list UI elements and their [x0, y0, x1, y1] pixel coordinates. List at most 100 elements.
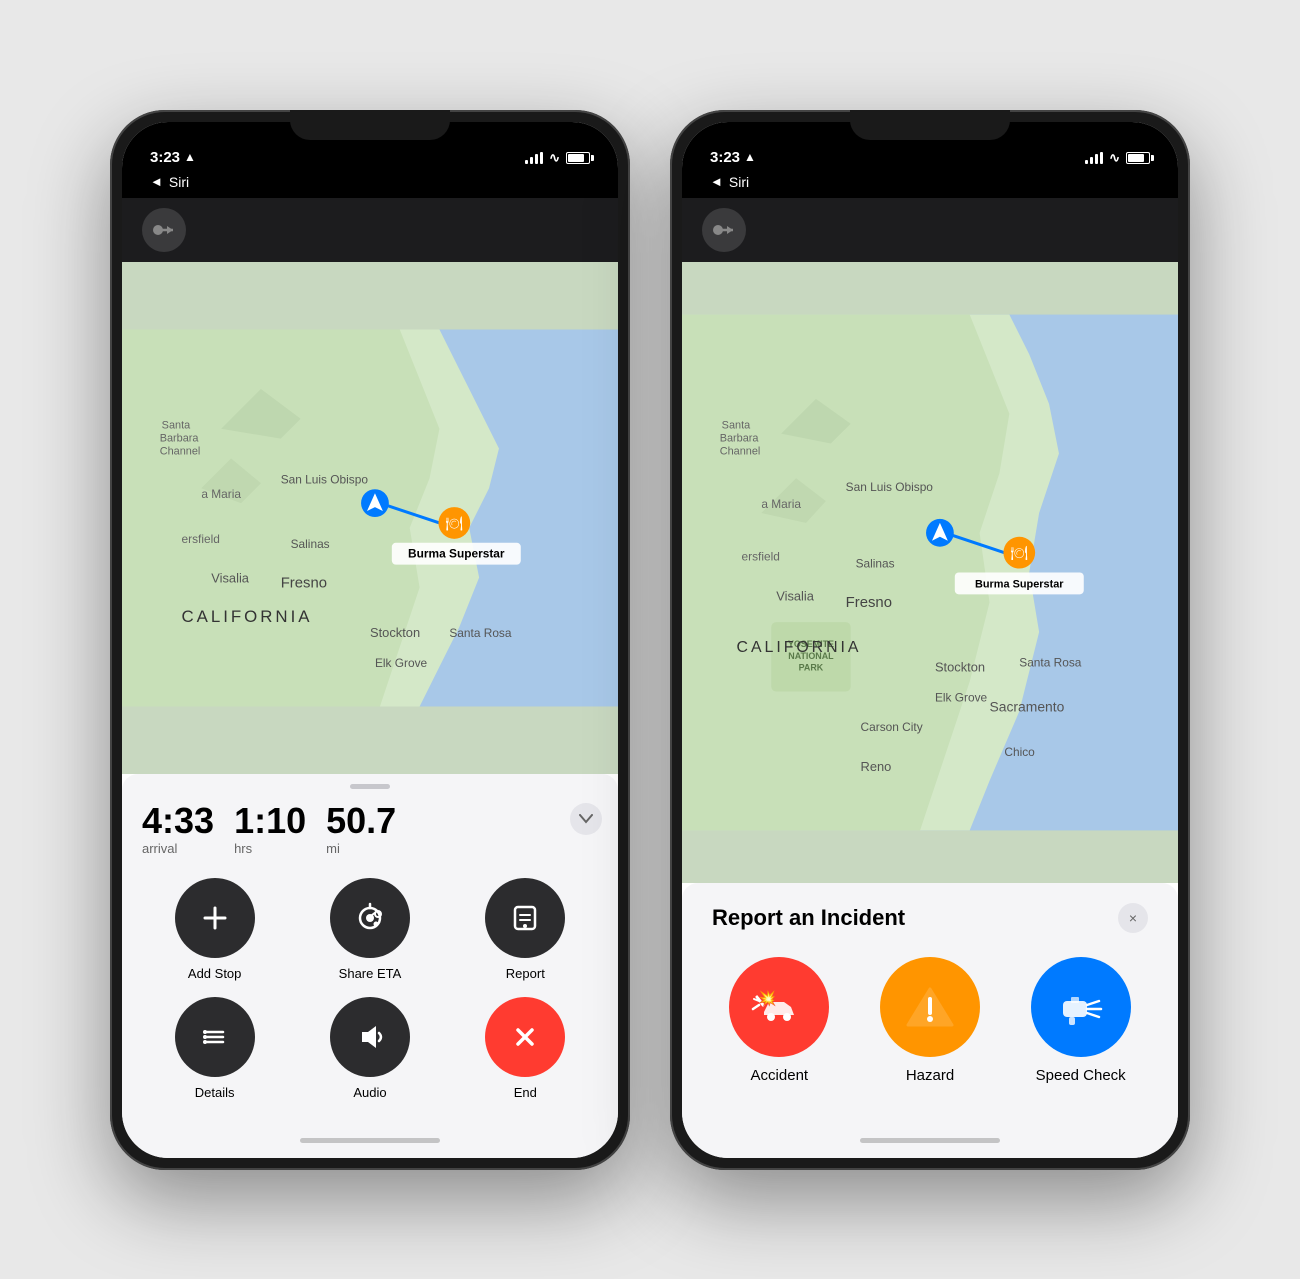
- end-button[interactable]: [485, 997, 565, 1077]
- report-item[interactable]: Report: [453, 878, 598, 981]
- battery-icon-1: [566, 152, 590, 164]
- hazard-label: Hazard: [906, 1067, 954, 1084]
- share-eta-label: Share ETA: [339, 966, 402, 981]
- expand-button[interactable]: [570, 803, 602, 835]
- hazard-icon[interactable]: [880, 957, 980, 1057]
- report-panel: Report an Incident ×: [682, 883, 1178, 1124]
- svg-text:Chico: Chico: [1004, 745, 1035, 759]
- svg-text:Barbara: Barbara: [720, 432, 760, 444]
- nav-header-2: [682, 198, 1178, 262]
- location-icon-1: ▲: [184, 150, 196, 164]
- time-display-1: 3:23: [150, 149, 180, 166]
- add-stop-button[interactable]: [175, 878, 255, 958]
- svg-text:Fresno: Fresno: [281, 575, 327, 591]
- speed-check-icon[interactable]: [1031, 957, 1131, 1057]
- svg-text:Stockton: Stockton: [370, 625, 420, 640]
- status-time-2: 3:23 ▲: [710, 149, 756, 166]
- notch-2: [850, 110, 1010, 140]
- svg-text:Salinas: Salinas: [856, 556, 895, 570]
- svg-text:Fresno: Fresno: [846, 595, 892, 611]
- signal-icon-1: [525, 152, 543, 164]
- details-button[interactable]: [175, 997, 255, 1077]
- status-icons-1: ∿: [525, 150, 590, 166]
- report-button[interactable]: [485, 878, 565, 958]
- duration-value: 1:10: [234, 803, 306, 839]
- details-item[interactable]: Details: [142, 997, 287, 1100]
- share-eta-item[interactable]: Share ETA: [297, 878, 442, 981]
- svg-text:💥: 💥: [757, 988, 777, 1007]
- arrival-label: arrival: [142, 841, 214, 856]
- end-item[interactable]: End: [453, 997, 598, 1100]
- siri-label-1: Siri: [169, 174, 189, 190]
- svg-text:ersfield: ersfield: [742, 549, 780, 563]
- siri-label-2: Siri: [729, 174, 749, 190]
- details-label: Details: [195, 1085, 235, 1100]
- svg-text:San Luis Obispo: San Luis Obispo: [281, 472, 369, 486]
- svg-text:Channel: Channel: [160, 445, 201, 457]
- accident-icon[interactable]: 💥: [729, 957, 829, 1057]
- svg-text:ersfield: ersfield: [182, 531, 220, 545]
- signal-icon-2: [1085, 152, 1103, 164]
- nav-back-button-1[interactable]: [142, 208, 186, 252]
- siri-bar-1[interactable]: ◄ Siri: [122, 172, 618, 198]
- siri-bar-2[interactable]: ◄ Siri: [682, 172, 1178, 198]
- battery-icon-2: [1126, 152, 1150, 164]
- home-indicator-1: [122, 1124, 618, 1158]
- arrival-stat: 4:33 arrival: [142, 803, 214, 856]
- svg-text:🍽: 🍽: [446, 514, 464, 530]
- siri-back-arrow-1: ◄: [150, 174, 163, 189]
- svg-text:Santa Rosa: Santa Rosa: [449, 626, 512, 640]
- share-eta-button[interactable]: [330, 878, 410, 958]
- svg-text:Reno: Reno: [861, 758, 892, 773]
- duration-stat: 1:10 hrs: [234, 803, 306, 856]
- speed-check-item[interactable]: Speed Check: [1013, 957, 1148, 1084]
- audio-item[interactable]: Audio: [297, 997, 442, 1100]
- hazard-item[interactable]: Hazard: [863, 957, 998, 1084]
- nav-header-1: [122, 198, 618, 262]
- location-icon-2: ▲: [744, 150, 756, 164]
- phone-navigation: 3:23 ▲ ∿ ◄ Siri: [110, 110, 630, 1170]
- add-stop-item[interactable]: Add Stop: [142, 878, 287, 981]
- svg-text:Santa Rosa: Santa Rosa: [1019, 655, 1082, 669]
- add-stop-label: Add Stop: [188, 966, 242, 981]
- svg-text:San Luis Obispo: San Luis Obispo: [846, 480, 934, 494]
- duration-label: hrs: [234, 841, 306, 856]
- close-button[interactable]: ×: [1118, 903, 1148, 933]
- status-time-1: 3:23 ▲: [150, 149, 196, 166]
- distance-label: mi: [326, 841, 396, 856]
- report-label: Report: [506, 966, 545, 981]
- svg-text:a Maria: a Maria: [201, 487, 241, 501]
- svg-text:🍽: 🍽: [1010, 544, 1028, 560]
- home-indicator-2: [682, 1124, 1178, 1158]
- wifi-icon-2: ∿: [1109, 150, 1120, 166]
- svg-text:a Maria: a Maria: [761, 497, 801, 511]
- status-icons-2: ∿: [1085, 150, 1150, 166]
- svg-text:CALIFORNIA: CALIFORNIA: [182, 607, 313, 626]
- bottom-panel-1: 4:33 arrival 1:10 hrs 50.7 mi: [122, 774, 618, 1124]
- siri-back-arrow-2: ◄: [710, 174, 723, 189]
- incident-grid: 💥 Accident Hazard: [712, 957, 1148, 1084]
- distance-stat: 50.7 mi: [326, 803, 396, 856]
- audio-label: Audio: [353, 1085, 386, 1100]
- svg-text:Barbara: Barbara: [160, 432, 200, 444]
- accident-label: Accident: [751, 1067, 809, 1084]
- svg-text:Salinas: Salinas: [291, 536, 330, 550]
- audio-button[interactable]: [330, 997, 410, 1077]
- wifi-icon-1: ∿: [549, 150, 560, 166]
- svg-text:Santa: Santa: [722, 419, 751, 431]
- svg-text:Santa: Santa: [162, 419, 191, 431]
- svg-text:Carson City: Carson City: [861, 720, 923, 734]
- svg-text:Stockton: Stockton: [935, 659, 985, 674]
- report-title: Report an Incident: [712, 905, 905, 931]
- action-grid: Add Stop Share ETA: [122, 868, 618, 1124]
- nav-back-button-2[interactable]: [702, 208, 746, 252]
- map-area-2[interactable]: YOSEMITE NATIONAL PARK 🍽 Burma Superstar…: [682, 262, 1178, 883]
- time-display-2: 3:23: [710, 149, 740, 166]
- report-header: Report an Incident ×: [712, 903, 1148, 933]
- svg-text:Visalia: Visalia: [776, 588, 815, 603]
- map-area-1[interactable]: 🍽 Burma Superstar Santa Barbara Channel …: [122, 262, 618, 774]
- arrival-value: 4:33: [142, 803, 214, 839]
- accident-item[interactable]: 💥 Accident: [712, 957, 847, 1084]
- svg-text:Elk Grove: Elk Grove: [935, 690, 988, 704]
- close-icon: ×: [1129, 910, 1137, 926]
